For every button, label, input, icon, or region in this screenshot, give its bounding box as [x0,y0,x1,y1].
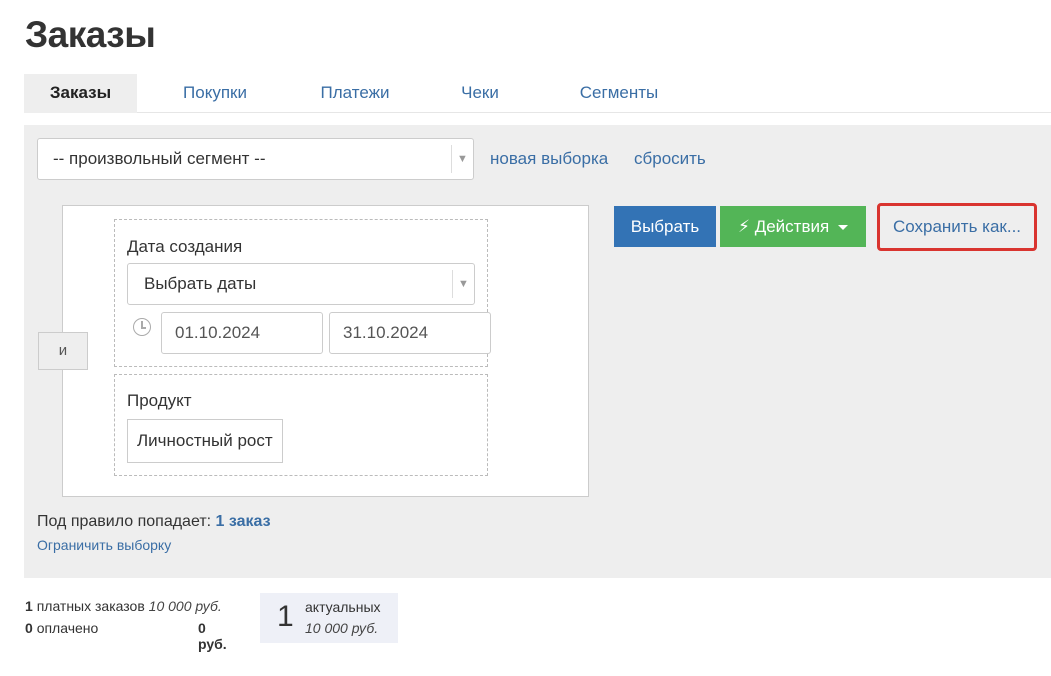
tab-orders[interactable]: Заказы [24,74,137,113]
date-to-input[interactable]: 31.10.2024 [329,312,491,354]
condition-label: Продукт [127,391,192,410]
tabs-bar: Заказы Покупки Платежи Чеки Сегменты [24,74,1051,113]
date-range-select-value: Выбрать даты [144,274,257,293]
date-range-select[interactable]: Выбрать даты ▼ [127,263,475,305]
segment-select-value: -- произвольный сегмент -- [53,149,266,168]
payed-count: 0 [25,620,33,636]
save-as-button[interactable]: Сохранить как... [877,203,1037,251]
tab-receipts[interactable]: Чеки [444,74,516,113]
tab-segments[interactable]: Сегменты [554,74,684,113]
lightning-icon: ⚡ [738,217,750,236]
condition-label: Дата создания [127,237,243,256]
date-from-input[interactable]: 01.10.2024 [161,312,323,354]
condition-created-date: Дата создания Выбрать даты ▼ 01.10.2024 … [114,219,491,367]
actual-count: 1 [277,600,294,633]
payed-amount: 0 руб. [198,620,227,652]
page-title: Заказы [25,14,156,55]
paid-label: платных заказов [36,598,145,614]
filter-panel: -- произвольный сегмент -- ▼ новая выбор… [24,125,1051,578]
actual-label: актуальных [305,599,381,615]
chevron-down-icon: ▼ [451,145,473,173]
reset-link[interactable]: сбросить [634,149,706,169]
paid-amount: 10 000 руб. [148,598,222,614]
actions-label: Действия [754,217,830,236]
actual-orders-box[interactable]: 1 актуальных 10 000 руб. [260,593,398,643]
select-button[interactable]: Выбрать [614,206,716,247]
tab-purchases[interactable]: Покупки [162,74,268,113]
matched-count-link[interactable]: 1 заказ [216,513,271,530]
payed-label: оплачено [36,620,99,636]
clock-icon [133,318,151,336]
rule-group: Дата создания Выбрать даты ▼ 01.10.2024 … [62,205,589,497]
tab-payments[interactable]: Платежи [304,74,406,113]
chevron-down-icon: ▼ [452,270,474,298]
caret-down-icon [837,225,848,231]
actions-dropdown-button[interactable]: ⚡ Действия [720,206,866,247]
rule-summary: Под правило попадает: 1 заказ [37,513,271,531]
summary-prefix: Под правило попадает: [37,513,212,530]
segment-select[interactable]: -- произвольный сегмент -- ▼ [37,138,474,180]
actual-amount: 10 000 руб. [305,620,379,636]
restrict-selection-link[interactable]: Ограничить выборку [37,537,171,553]
product-tag[interactable]: Личностный рост [127,419,283,463]
new-selection-link[interactable]: новая выборка [490,149,608,169]
condition-product: Продукт Личностный рост [114,374,488,476]
logic-operator-button[interactable]: и [38,332,88,370]
paid-count: 1 [25,598,33,614]
